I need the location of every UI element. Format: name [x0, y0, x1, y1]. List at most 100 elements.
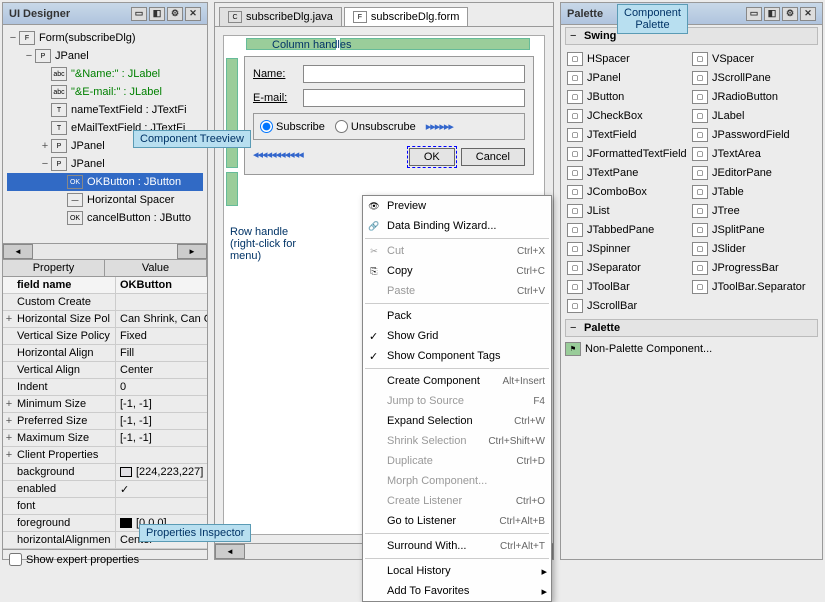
- expand-icon[interactable]: +: [3, 398, 15, 410]
- property-value[interactable]: [115, 294, 207, 310]
- menu-item[interactable]: ✓Show Component Tags: [363, 346, 551, 366]
- menu-item[interactable]: Expand SelectionCtrl+W: [363, 411, 551, 431]
- collapse-icon[interactable]: −: [570, 30, 580, 42]
- tree-node[interactable]: −FForm(subscribeDlg): [7, 29, 203, 47]
- property-row[interactable]: Vertical AlignCenter: [3, 362, 207, 379]
- scroll-left-icon[interactable]: ◄: [3, 244, 33, 259]
- close-icon[interactable]: ✕: [185, 7, 201, 21]
- property-row[interactable]: Custom Create: [3, 294, 207, 311]
- tree-toggle-icon[interactable]: −: [7, 32, 19, 44]
- property-row[interactable]: +Horizontal Size PolCan Shrink, Can G...: [3, 311, 207, 328]
- palette-item[interactable]: ▢JToolBar: [563, 277, 688, 296]
- tree-toggle-icon[interactable]: −: [39, 158, 51, 170]
- expert-properties-checkbox[interactable]: [9, 553, 22, 566]
- tree-node[interactable]: OKcancelButton : JButto: [7, 209, 203, 227]
- float-icon[interactable]: ◧: [149, 7, 165, 21]
- palette-item[interactable]: ▢JTable: [688, 182, 813, 201]
- tree-node[interactable]: TnameTextField : JTextFi: [7, 101, 203, 119]
- palette-item[interactable]: ▢VSpacer: [688, 49, 813, 68]
- context-menu[interactable]: 👁Preview🔗Data Binding Wizard...✂CutCtrl+…: [362, 195, 552, 602]
- menu-item[interactable]: Local History▸: [363, 561, 551, 581]
- expand-icon[interactable]: +: [3, 415, 15, 427]
- scroll-left-icon[interactable]: ◄: [215, 544, 245, 559]
- non-palette-component[interactable]: ⚑ Non-Palette Component...: [561, 339, 822, 358]
- minimize-icon[interactable]: ▭: [131, 7, 147, 21]
- palette-item[interactable]: ▢JCheckBox: [563, 106, 688, 125]
- palette-item[interactable]: ▢JScrollPane: [688, 68, 813, 87]
- palette-item[interactable]: ▢JTextField: [563, 125, 688, 144]
- palette-item[interactable]: ▢JComboBox: [563, 182, 688, 201]
- palette-item[interactable]: ▢JRadioButton: [688, 87, 813, 106]
- property-value[interactable]: [-1, -1]: [115, 413, 207, 429]
- tree-node[interactable]: −PJPanel: [7, 47, 203, 65]
- menu-item[interactable]: Pack: [363, 306, 551, 326]
- palette-item[interactable]: ▢JScrollBar: [563, 296, 688, 315]
- tree-node[interactable]: −PJPanel: [7, 155, 203, 173]
- subscribe-radio-input[interactable]: [260, 120, 273, 133]
- expert-properties-row[interactable]: Show expert properties: [3, 549, 207, 569]
- gear-icon[interactable]: ⚙: [782, 7, 798, 21]
- palette-item[interactable]: ▢JTabbedPane: [563, 220, 688, 239]
- expand-icon[interactable]: +: [3, 432, 15, 444]
- unsubscribe-radio[interactable]: Unsubscrube: [335, 120, 416, 133]
- property-value[interactable]: [115, 498, 207, 514]
- palette-item[interactable]: ▢JPasswordField: [688, 125, 813, 144]
- palette-item[interactable]: ▢JTextPane: [563, 163, 688, 182]
- menu-item[interactable]: 🔗Data Binding Wizard...: [363, 216, 551, 236]
- palette-item[interactable]: ▢JSpinner: [563, 239, 688, 258]
- tree-hscroll[interactable]: ◄ ►: [3, 243, 207, 259]
- tree-toggle-icon[interactable]: −: [23, 50, 35, 62]
- palette-item[interactable]: ▢JSplitPane: [688, 220, 813, 239]
- palette-section-palette[interactable]: − Palette: [565, 319, 818, 337]
- tree-node[interactable]: —Horizontal Spacer: [7, 191, 203, 209]
- scroll-right-icon[interactable]: ►: [177, 244, 207, 259]
- property-row[interactable]: +Preferred Size[-1, -1]: [3, 413, 207, 430]
- property-value[interactable]: ✓: [115, 481, 207, 497]
- menu-item[interactable]: Add To Favorites▸: [363, 581, 551, 601]
- property-value[interactable]: [-1, -1]: [115, 430, 207, 446]
- palette-item[interactable]: ▢JToolBar.Separator: [688, 277, 813, 296]
- tree-toggle-icon[interactable]: +: [39, 140, 51, 152]
- palette-item[interactable]: ▢JProgressBar: [688, 258, 813, 277]
- palette-section-swing[interactable]: − Swing: [565, 27, 818, 45]
- menu-item[interactable]: 👁Preview: [363, 196, 551, 216]
- palette-item[interactable]: ▢JEditorPane: [688, 163, 813, 182]
- name-field[interactable]: [303, 65, 525, 83]
- property-value[interactable]: Fill: [115, 345, 207, 361]
- tree-node[interactable]: abc"&E-mail:" : JLabel: [7, 83, 203, 101]
- menu-item[interactable]: ⎘CopyCtrl+C: [363, 261, 551, 281]
- property-table[interactable]: field nameOKButtonCustom Create+Horizont…: [3, 277, 207, 549]
- collapse-icon[interactable]: −: [570, 322, 580, 334]
- editor-tab[interactable]: CsubscribeDlg.java: [219, 7, 342, 26]
- property-row[interactable]: Horizontal AlignFill: [3, 345, 207, 362]
- tree-node[interactable]: abc"&Name:" : JLabel: [7, 65, 203, 83]
- property-row[interactable]: enabled✓: [3, 481, 207, 498]
- property-row[interactable]: Vertical Size PolicyFixed: [3, 328, 207, 345]
- expand-icon[interactable]: +: [3, 449, 15, 461]
- palette-item[interactable]: ▢JLabel: [688, 106, 813, 125]
- email-field[interactable]: [303, 89, 525, 107]
- property-value[interactable]: Can Shrink, Can G...: [115, 311, 207, 327]
- palette-item[interactable]: ▢HSpacer: [563, 49, 688, 68]
- close-icon[interactable]: ✕: [800, 7, 816, 21]
- palette-item[interactable]: ▢JButton: [563, 87, 688, 106]
- unsubscribe-radio-input[interactable]: [335, 120, 348, 133]
- menu-item[interactable]: ✓Show Grid: [363, 326, 551, 346]
- property-row[interactable]: background[224,223,227]: [3, 464, 207, 481]
- ok-button[interactable]: OK: [409, 148, 455, 166]
- property-value[interactable]: Fixed: [115, 328, 207, 344]
- column-handle[interactable]: [340, 38, 530, 50]
- cancel-button[interactable]: Cancel: [461, 148, 525, 166]
- property-row[interactable]: +Client Properties: [3, 447, 207, 464]
- gear-icon[interactable]: ⚙: [167, 7, 183, 21]
- tree-node[interactable]: OKOKButton : JButton: [7, 173, 203, 191]
- palette-item[interactable]: ▢JTree: [688, 201, 813, 220]
- row-handle[interactable]: [226, 172, 238, 206]
- palette-item[interactable]: ▢JTextArea: [688, 144, 813, 163]
- palette-item[interactable]: ▢JFormattedTextField: [563, 144, 688, 163]
- menu-item[interactable]: Surround With...Ctrl+Alt+T: [363, 536, 551, 556]
- editor-tab[interactable]: FsubscribeDlg.form: [344, 7, 469, 26]
- palette-item[interactable]: ▢JList: [563, 201, 688, 220]
- property-value[interactable]: [224,223,227]: [115, 464, 207, 480]
- property-value[interactable]: 0: [115, 379, 207, 395]
